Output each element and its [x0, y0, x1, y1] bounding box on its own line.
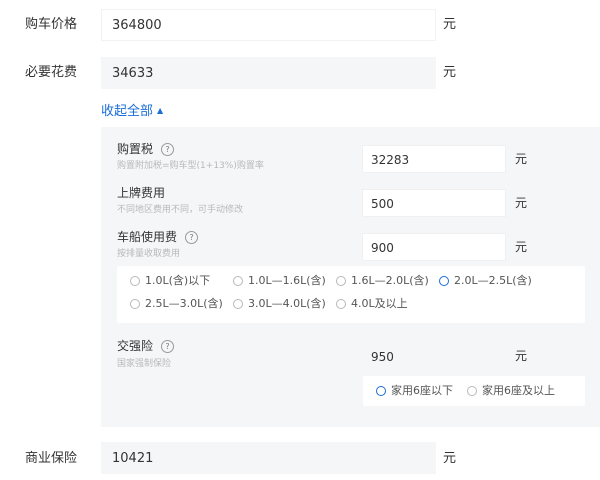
- radio-circle-icon: [233, 299, 243, 309]
- vehicle-tax-input[interactable]: 900: [362, 233, 506, 261]
- seat-option-selected[interactable]: 家用6座以下: [376, 384, 453, 398]
- radio-circle-icon: [233, 276, 243, 286]
- radio-circle-icon: [336, 276, 346, 286]
- purchase-tax-hint: 购置附加税=购车型(1+13%)购置率: [117, 161, 264, 171]
- vehicle-tax-label: 车船使用费: [117, 230, 178, 244]
- displacement-option[interactable]: 1.0L—1.6L(含): [233, 274, 326, 288]
- radio-circle-icon: [130, 276, 140, 286]
- question-circle-icon[interactable]: ?: [161, 340, 175, 353]
- purchase-tax-input[interactable]: 32283: [362, 145, 506, 173]
- displacement-option[interactable]: 4.0L及以上: [336, 297, 408, 311]
- car-price-unit: 元: [443, 17, 457, 32]
- displacement-options: 1.0L(含)以下 1.0L—1.6L(含) 1.6L—2.0L(含) 2.0L…: [117, 266, 585, 323]
- license-fee-input[interactable]: 500: [362, 189, 506, 217]
- radio-circle-icon: [467, 386, 477, 396]
- purchase-tax-title: 购置税?: [117, 141, 175, 157]
- commercial-insurance-label: 商业保险: [25, 451, 78, 466]
- collapse-all-link[interactable]: 收起全部 ▲: [101, 102, 163, 121]
- commercial-insurance-unit: 元: [443, 451, 457, 466]
- radio-circle-icon: [376, 386, 386, 396]
- seat-option[interactable]: 家用6座及以上: [467, 384, 555, 398]
- displacement-option[interactable]: 3.0L—4.0L(含): [233, 297, 326, 311]
- radio-circle-icon: [439, 276, 449, 286]
- question-circle-icon[interactable]: ?: [161, 143, 175, 156]
- vehicle-tax-unit: 元: [515, 240, 528, 254]
- displacement-option[interactable]: 1.0L(含)以下: [130, 274, 210, 288]
- seat-options: 家用6座以下 家用6座及以上: [363, 376, 585, 406]
- car-price-label: 购车价格: [25, 17, 78, 32]
- compulsory-insurance-title: 交强险?: [117, 338, 175, 354]
- required-cost-unit: 元: [443, 65, 457, 80]
- displacement-option-selected[interactable]: 2.0L—2.5L(含): [439, 274, 532, 288]
- compulsory-insurance-label: 交强险: [117, 339, 154, 353]
- purchase-tax-unit: 元: [515, 152, 528, 166]
- license-fee-hint: 不同地区费用不同，可手动修改: [117, 205, 244, 215]
- compulsory-insurance-hint: 国家强制保险: [117, 359, 172, 369]
- radio-circle-icon: [336, 299, 346, 309]
- radio-circle-icon: [130, 299, 140, 309]
- required-cost-input[interactable]: 34633: [101, 57, 436, 89]
- commercial-insurance-input[interactable]: 10421: [101, 442, 436, 474]
- question-circle-icon[interactable]: ?: [185, 231, 199, 244]
- purchase-tax-label: 购置税: [117, 142, 154, 156]
- required-cost-label: 必要花费: [25, 65, 78, 80]
- license-fee-title: 上牌费用: [117, 186, 166, 200]
- caret-up-icon: ▲: [157, 106, 164, 115]
- compulsory-insurance-unit: 元: [515, 349, 528, 363]
- car-price-input[interactable]: 364800: [101, 9, 436, 41]
- license-fee-unit: 元: [515, 196, 528, 210]
- collapse-all-label: 收起全部: [101, 104, 154, 119]
- displacement-option[interactable]: 2.5L—3.0L(含): [130, 297, 223, 311]
- vehicle-tax-hint: 按排量收取费用: [117, 249, 181, 259]
- displacement-option[interactable]: 1.6L—2.0L(含): [336, 274, 429, 288]
- vehicle-tax-title: 车船使用费?: [117, 229, 199, 245]
- compulsory-insurance-input[interactable]: 950: [362, 342, 506, 370]
